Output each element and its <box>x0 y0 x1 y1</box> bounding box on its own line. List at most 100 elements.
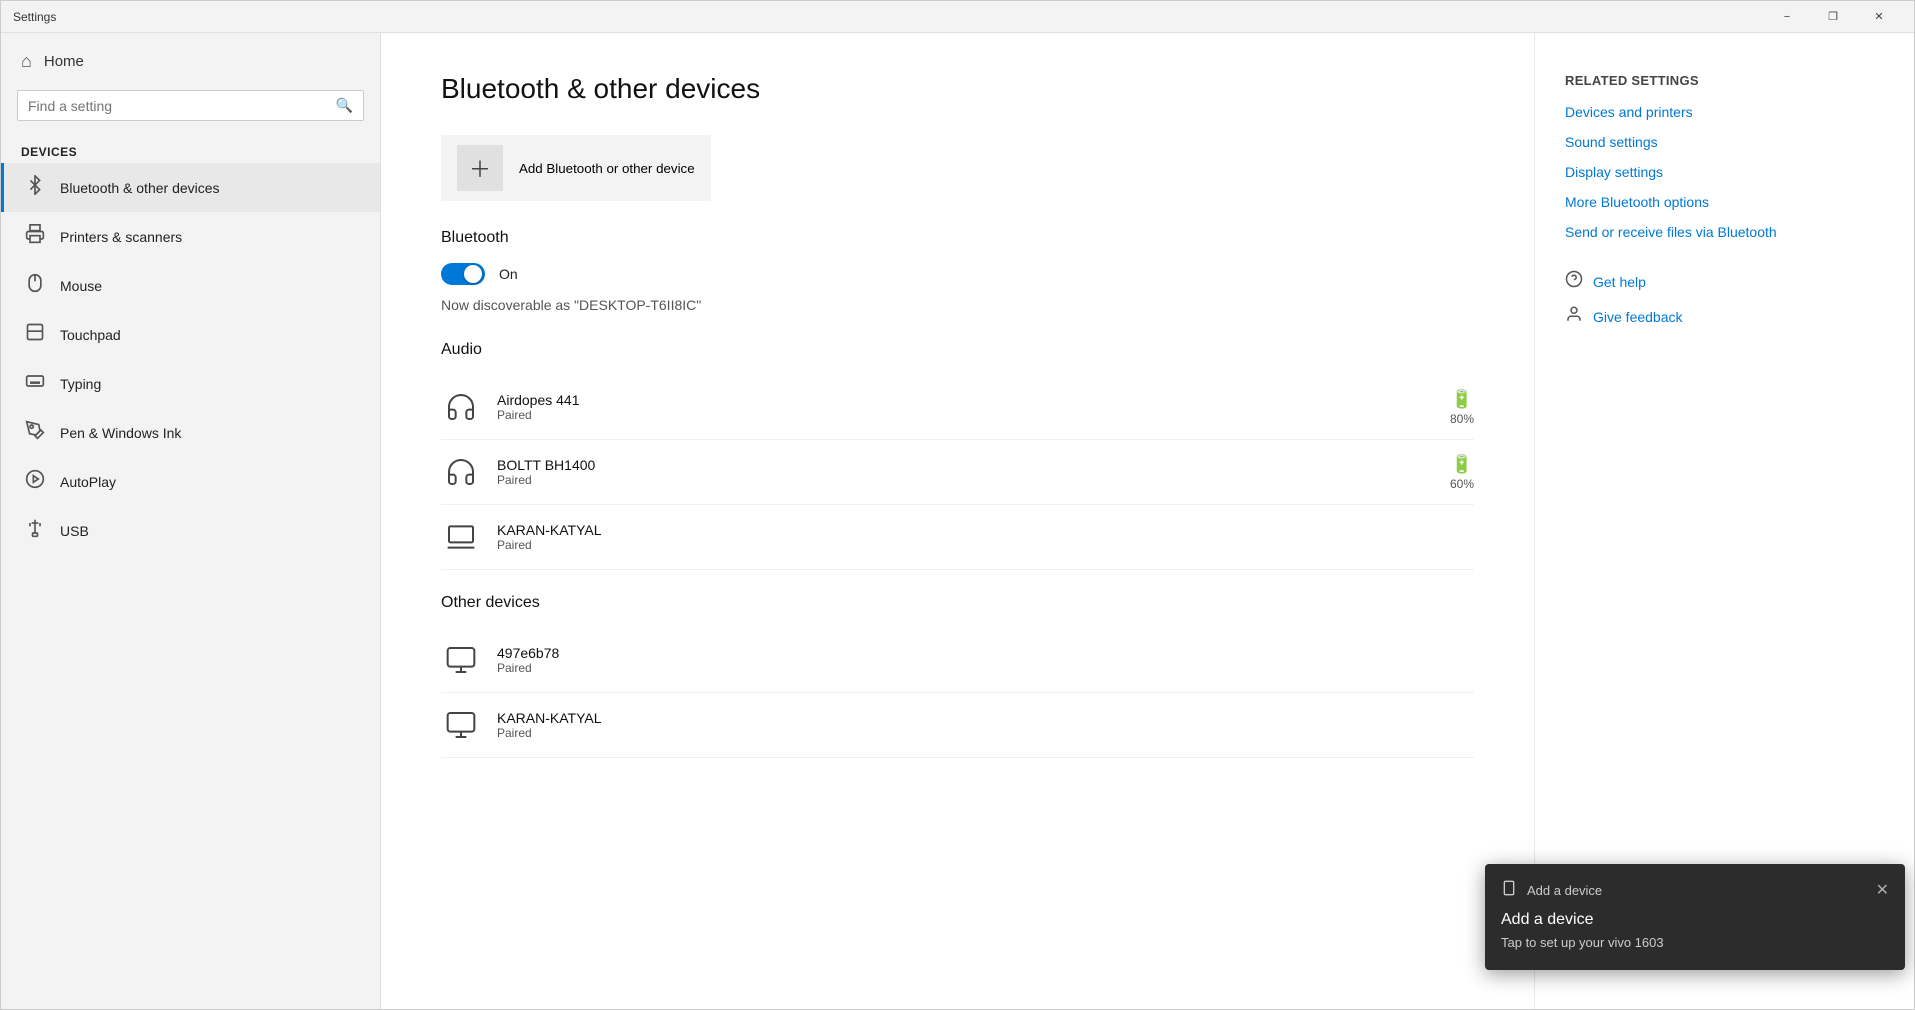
bluetooth-toggle-row: On <box>441 263 1474 285</box>
page-title: Bluetooth & other devices <box>441 73 1474 105</box>
discoverable-text: Now discoverable as "DESKTOP-T6II8IC" <box>441 297 1474 313</box>
karan-katyal-audio-status: Paired <box>497 538 1474 552</box>
give-feedback-label: Give feedback <box>1593 309 1683 325</box>
printer-icon <box>24 224 46 249</box>
touchpad-icon <box>24 322 46 347</box>
close-button[interactable]: ✕ <box>1856 1 1902 33</box>
monitor-icon <box>441 705 481 745</box>
sidebar-item-touchpad-label: Touchpad <box>60 327 121 343</box>
usb-icon <box>24 518 46 543</box>
sidebar-item-bluetooth-label: Bluetooth & other devices <box>60 180 220 196</box>
device-497-icon <box>441 640 481 680</box>
sidebar-item-printers[interactable]: Printers & scanners <box>1 212 380 261</box>
karan-katyal-audio-info: KARAN-KATYAL Paired <box>497 522 1474 552</box>
bluetooth-toggle-label: On <box>499 266 518 282</box>
sidebar-item-typing[interactable]: Typing <box>1 359 380 408</box>
sidebar-item-mouse[interactable]: Mouse <box>1 261 380 310</box>
help-section: Get help Give feedback <box>1565 270 1884 328</box>
related-link-more-bluetooth[interactable]: More Bluetooth options <box>1565 194 1884 210</box>
toast-header-title: Add a device <box>1527 883 1602 898</box>
karan-katyal-other-status: Paired <box>497 726 1474 740</box>
titlebar: Settings − ❐ ✕ <box>1 1 1914 33</box>
related-link-devices-printers[interactable]: Devices and printers <box>1565 104 1884 120</box>
device-karan-katyal-other[interactable]: KARAN-KATYAL Paired <box>441 693 1474 758</box>
sidebar-item-pen[interactable]: Pen & Windows Ink <box>1 408 380 457</box>
sidebar-item-autoplay[interactable]: AutoPlay <box>1 457 380 506</box>
airdopes-battery-pct: 80% <box>1450 412 1474 426</box>
device-karan-katyal-audio[interactable]: KARAN-KATYAL Paired <box>441 505 1474 570</box>
sidebar-section-devices: Devices <box>1 137 380 163</box>
sidebar: ⌂ Home 🔍 Devices Bluetooth & other devic… <box>1 33 381 1009</box>
battery-icon-airdopes: 🔋 <box>1451 389 1473 410</box>
search-box: 🔍 <box>17 90 364 121</box>
sidebar-item-bluetooth[interactable]: Bluetooth & other devices <box>1 163 380 212</box>
right-panel: Related settings Devices and printers So… <box>1534 33 1914 1009</box>
sidebar-item-usb[interactable]: USB <box>1 506 380 555</box>
karan-katyal-audio-name: KARAN-KATYAL <box>497 522 1474 538</box>
airdopes-info: Airdopes 441 Paired <box>497 392 1434 422</box>
maximize-button[interactable]: ❐ <box>1810 1 1856 33</box>
sidebar-home-label: Home <box>44 53 84 70</box>
add-icon: ＋ <box>457 145 503 191</box>
give-feedback-item[interactable]: Give feedback <box>1565 305 1884 328</box>
toast-header: Add a device ✕ <box>1501 880 1889 901</box>
boltt-headphones-icon <box>441 452 481 492</box>
give-feedback-icon <box>1565 305 1583 328</box>
sidebar-item-pen-label: Pen & Windows Ink <box>60 425 181 441</box>
karan-katyal-other-info: KARAN-KATYAL Paired <box>497 710 1474 740</box>
boltt-info: BOLTT BH1400 Paired <box>497 457 1434 487</box>
laptop-icon <box>441 517 481 557</box>
mouse-icon <box>24 273 46 298</box>
audio-section-title: Audio <box>441 341 1474 359</box>
pen-icon <box>24 420 46 445</box>
device-497e6b78[interactable]: 497e6b78 Paired <box>441 628 1474 693</box>
toast-close-button[interactable]: ✕ <box>1876 883 1889 899</box>
device-boltt[interactable]: BOLTT BH1400 Paired 🔋 60% <box>441 440 1474 505</box>
device-airdopes[interactable]: Airdopes 441 Paired 🔋 80% <box>441 375 1474 440</box>
bluetooth-icon <box>24 175 46 200</box>
airdopes-battery: 🔋 80% <box>1450 389 1474 426</box>
related-link-send-receive[interactable]: Send or receive files via Bluetooth <box>1565 224 1884 240</box>
boltt-name: BOLTT BH1400 <box>497 457 1434 473</box>
karan-katyal-other-name: KARAN-KATYAL <box>497 710 1474 726</box>
bluetooth-toggle[interactable] <box>441 263 485 285</box>
app-body: ⌂ Home 🔍 Devices Bluetooth & other devic… <box>1 33 1914 1009</box>
get-help-label: Get help <box>1593 274 1646 290</box>
minimize-button[interactable]: − <box>1764 1 1810 33</box>
boltt-status: Paired <box>497 473 1434 487</box>
get-help-item[interactable]: Get help <box>1565 270 1884 293</box>
window-title: Settings <box>13 10 56 24</box>
toggle-knob <box>464 265 482 283</box>
device-497-status: Paired <box>497 661 1474 675</box>
headphones-icon <box>441 387 481 427</box>
boltt-battery: 🔋 60% <box>1450 454 1474 491</box>
airdopes-status: Paired <box>497 408 1434 422</box>
toast-device-icon <box>1501 880 1517 901</box>
search-icon: 🔍 <box>336 97 353 114</box>
toast-header-left: Add a device <box>1501 880 1602 901</box>
battery-icon-boltt: 🔋 <box>1451 454 1473 475</box>
toast-body: Tap to set up your vivo 1603 <box>1501 935 1889 950</box>
keyboard-icon <box>24 371 46 396</box>
autoplay-icon <box>24 469 46 494</box>
main-content: Bluetooth & other devices ＋ Add Bluetoot… <box>381 33 1534 1009</box>
add-device-button[interactable]: ＋ Add Bluetooth or other device <box>441 135 711 201</box>
other-section-title: Other devices <box>441 594 1474 612</box>
device-497-info: 497e6b78 Paired <box>497 645 1474 675</box>
sidebar-item-touchpad[interactable]: Touchpad <box>1 310 380 359</box>
settings-window: Settings − ❐ ✕ ⌂ Home 🔍 Devices <box>0 0 1915 1010</box>
window-controls: − ❐ ✕ <box>1764 1 1902 33</box>
sidebar-item-autoplay-label: AutoPlay <box>60 474 116 490</box>
boltt-battery-pct: 60% <box>1450 477 1474 491</box>
airdopes-name: Airdopes 441 <box>497 392 1434 408</box>
device-497-name: 497e6b78 <box>497 645 1474 661</box>
related-link-sound-settings[interactable]: Sound settings <box>1565 134 1884 150</box>
related-link-display-settings[interactable]: Display settings <box>1565 164 1884 180</box>
search-input[interactable] <box>28 98 328 114</box>
toast-title: Add a device <box>1501 911 1889 929</box>
related-settings-title: Related settings <box>1565 73 1884 88</box>
home-icon: ⌂ <box>21 51 32 72</box>
bluetooth-section-header: Bluetooth <box>441 229 1474 247</box>
sidebar-item-home[interactable]: ⌂ Home <box>1 33 380 90</box>
sidebar-item-mouse-label: Mouse <box>60 278 102 294</box>
